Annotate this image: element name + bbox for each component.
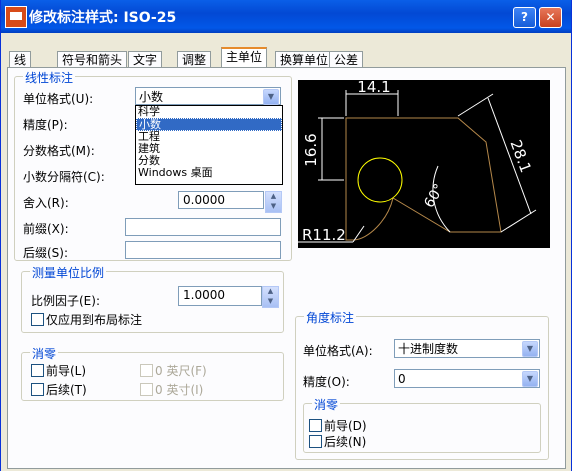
angular-precision-select[interactable]: 0 ▼ xyxy=(394,369,540,388)
fraction-format-label: 分数格式(M): xyxy=(23,144,95,158)
unit-format-label: 单位格式(U): xyxy=(23,92,94,106)
tab-lines[interactable]: 线 xyxy=(9,51,32,68)
preview-drawing: 14.1 16.6 28.1 60° R11.2 xyxy=(298,78,537,244)
chevron-down-icon[interactable]: ▼ xyxy=(522,371,538,387)
preview-dim-top: 14.1 xyxy=(357,80,390,96)
chevron-down-icon[interactable]: ▼ xyxy=(263,89,279,105)
angular-trailing-checkbox[interactable] xyxy=(309,435,322,448)
linear-group-title: 线性标注 xyxy=(23,69,76,86)
preview-dim-angle: 60° xyxy=(421,181,447,211)
decimal-separator-label: 小数分隔符(C): xyxy=(23,170,105,184)
dialog-window: 修改标注样式: ISO-25 ? ✕ 线 符号和箭头 文字 调整 主单位 换算单… xyxy=(0,0,572,471)
scale-factor-spinner[interactable]: ▲ ▼ xyxy=(262,286,279,308)
angular-trailing-label: 后续(N) xyxy=(324,435,367,449)
angular-group-title: 角度标注 xyxy=(304,309,357,326)
title-bar[interactable]: 修改标注样式: ISO-25 ? ✕ xyxy=(1,0,571,33)
inches-zero-label: 0 英寸(I) xyxy=(155,383,204,397)
dropdown-option-selected[interactable]: 小数 xyxy=(136,118,282,131)
tab-fit[interactable]: 调整 xyxy=(177,51,212,68)
unit-format-dropdown-list[interactable]: 科学 小数 工程 建筑 分数 Windows 桌面 xyxy=(135,105,283,185)
prefix-input[interactable] xyxy=(125,218,281,236)
trailing-zero-label: 后续(T) xyxy=(46,383,87,397)
angular-unit-format-value: 十进制度数 xyxy=(398,342,459,356)
angular-unit-format-select[interactable]: 十进制度数 ▼ xyxy=(394,339,540,358)
scale-factor-input[interactable]: 1.0000 xyxy=(178,286,262,306)
preview-dim-radius: R11.2 xyxy=(302,226,346,244)
dimension-preview: 14.1 16.6 28.1 60° R11.2 xyxy=(298,78,550,248)
layout-only-checkbox[interactable] xyxy=(31,313,44,326)
spin-up-icon[interactable]: ▲ xyxy=(266,192,281,202)
dropdown-option[interactable]: 科学 xyxy=(136,105,282,118)
suffix-label: 后缀(S): xyxy=(23,246,69,260)
tab-text[interactable]: 文字 xyxy=(128,51,163,68)
angular-precision-label: 精度(O): xyxy=(303,375,350,389)
tab-tolerances[interactable]: 公差 xyxy=(329,51,364,68)
tab-primary-units[interactable]: 主单位 xyxy=(221,47,268,69)
unit-format-select[interactable]: 小数 ▼ xyxy=(135,87,281,105)
angular-leading-checkbox[interactable] xyxy=(309,419,322,432)
round-label: 舍入(R): xyxy=(23,196,69,210)
layout-only-label: 仅应用到布局标注 xyxy=(46,313,143,327)
chevron-down-icon[interactable]: ▼ xyxy=(522,341,538,357)
prefix-label: 前缀(X): xyxy=(23,222,69,236)
inches-zero-checkbox[interactable] xyxy=(140,383,153,396)
spin-up-icon[interactable]: ▲ xyxy=(263,287,278,297)
spin-down-icon[interactable]: ▼ xyxy=(263,297,278,307)
tab-symbols-arrows[interactable]: 符号和箭头 xyxy=(57,51,128,68)
angular-unit-format-label: 单位格式(A): xyxy=(303,344,373,358)
leading-zero-label: 前导(L) xyxy=(46,364,87,378)
unit-format-value: 小数 xyxy=(139,90,164,104)
precision-label: 精度(P): xyxy=(23,118,68,132)
scale-factor-label: 比例因子(E): xyxy=(31,294,100,308)
tab-alternate-units[interactable]: 换算单位 xyxy=(275,51,334,68)
app-icon xyxy=(5,6,27,28)
preview-dim-right: 28.1 xyxy=(507,138,535,176)
zero-group-title: 消零 xyxy=(30,345,59,362)
help-button[interactable]: ? xyxy=(513,7,536,28)
trailing-zero-checkbox[interactable] xyxy=(31,383,44,396)
round-spinner[interactable]: ▲ ▼ xyxy=(265,191,282,213)
feet-zero-label: 0 英尺(F) xyxy=(155,364,207,378)
angular-leading-label: 前导(D) xyxy=(324,419,367,433)
feet-zero-checkbox[interactable] xyxy=(140,364,153,377)
angular-precision-value: 0 xyxy=(398,372,406,386)
dropdown-option[interactable]: Windows 桌面 xyxy=(136,167,282,180)
preview-dim-left: 16.6 xyxy=(302,133,320,166)
angular-zero-title: 消零 xyxy=(312,396,341,413)
spin-down-icon[interactable]: ▼ xyxy=(266,202,281,212)
leading-zero-checkbox[interactable] xyxy=(31,364,44,377)
window-title: 修改标注样式: ISO-25 xyxy=(29,10,177,26)
close-button[interactable]: ✕ xyxy=(539,7,562,28)
scale-group-title: 测量单位比例 xyxy=(30,264,107,281)
suffix-input[interactable] xyxy=(125,241,281,259)
round-input[interactable]: 0.0000 xyxy=(178,191,264,209)
